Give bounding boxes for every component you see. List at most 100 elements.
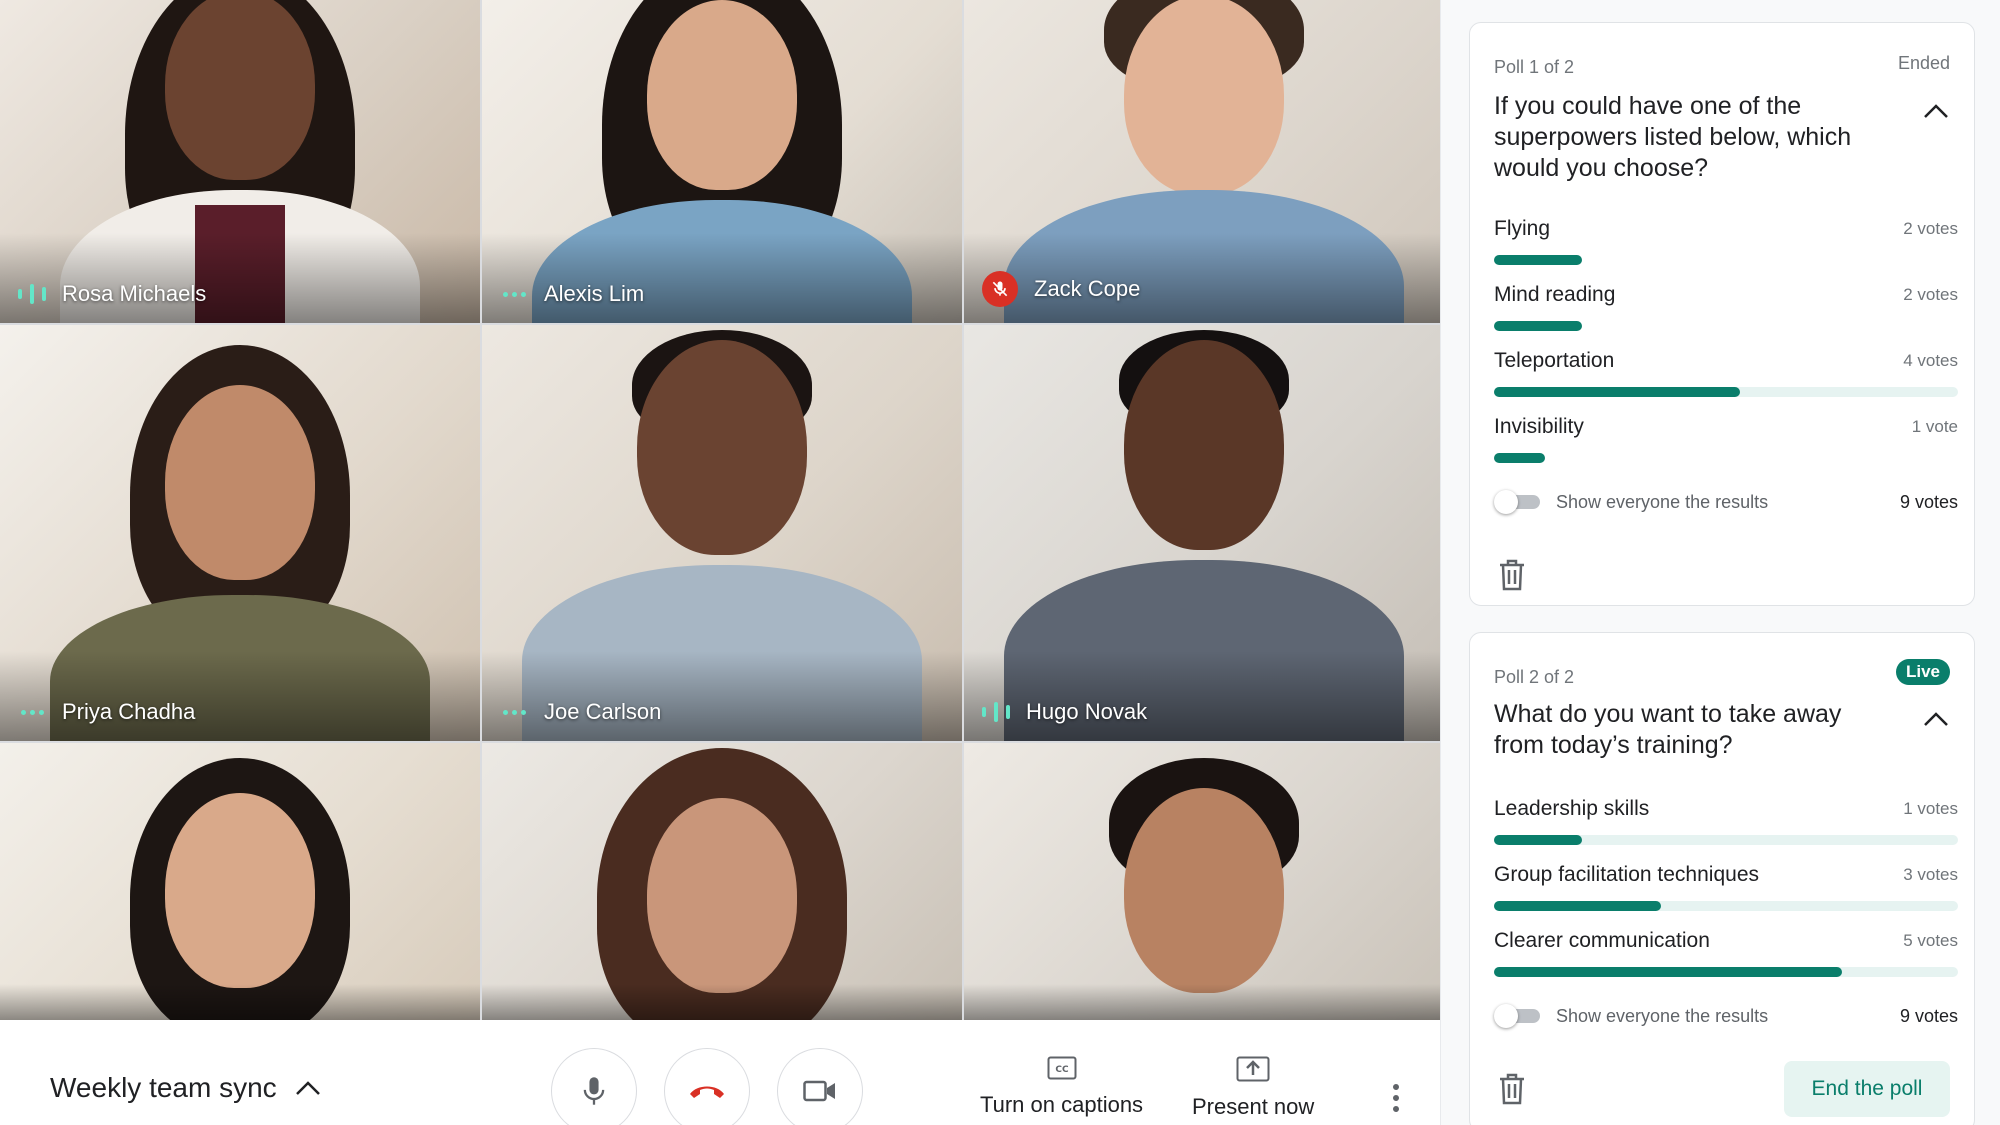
option-bar-track (1494, 387, 1958, 397)
video-grid: Rosa Michaels Alexis Lim Zack Cope Priya… (0, 0, 1444, 1024)
poll-question: What do you want to take away from today… (1494, 700, 1842, 759)
poll-number: Poll 2 of 2 (1494, 667, 1575, 687)
captions-icon: CC (1047, 1056, 1077, 1080)
poll-option: Group facilitation techniques 3 votes (1494, 863, 1958, 915)
camera-button[interactable] (777, 1048, 863, 1125)
participant-tile[interactable] (0, 743, 480, 1024)
participant-tile[interactable] (482, 743, 962, 1024)
chevron-up-icon[interactable] (1922, 97, 1950, 125)
present-label: Present now (1192, 1094, 1315, 1119)
live-badge: Live (1895, 659, 1950, 685)
option-votes: 2 votes (1903, 219, 1958, 238)
option-bar-fill (1494, 387, 1740, 397)
poll-option: Teleportation 4 votes (1494, 349, 1958, 401)
chevron-up-icon[interactable] (1922, 705, 1950, 733)
poll-option: Clearer communication 5 votes (1494, 929, 1958, 981)
poll-question: If you could have one of the superpowers… (1494, 92, 1852, 182)
more-options-button[interactable] (1384, 1078, 1408, 1118)
option-label: Invisibility (1494, 415, 1584, 438)
participant-tile[interactable]: Joe Carlson (482, 325, 962, 741)
poll-card: Poll 2 of 2 Live What do you want to tak… (1469, 632, 1975, 1125)
participant-name: Alexis Lim (544, 281, 645, 306)
poll-option: Flying 2 votes (1494, 217, 1958, 269)
poll-number: Poll 1 of 2 (1494, 57, 1575, 77)
option-bar-track (1494, 321, 1958, 331)
participant-nameplate: Zack Cope (982, 271, 1140, 307)
option-bar-track (1494, 453, 1958, 463)
option-votes: 1 votes (1903, 799, 1958, 818)
option-votes: 4 votes (1903, 351, 1958, 370)
participant-name: Rosa Michaels (62, 281, 207, 306)
meeting-title: Weekly team sync (50, 1072, 277, 1103)
participant-tile[interactable] (964, 743, 1444, 1024)
delete-icon[interactable] (1498, 1073, 1526, 1105)
total-votes: 9 votes (1899, 1005, 1958, 1026)
option-label: Group facilitation techniques (1494, 863, 1759, 886)
participant-nameplate: Rosa Michaels (18, 281, 206, 307)
mic-off-icon (982, 271, 1018, 307)
participant-tile[interactable]: Priya Chadha (0, 325, 480, 741)
delete-icon[interactable] (1498, 559, 1526, 591)
option-bar-fill (1494, 967, 1842, 977)
present-button[interactable]: Present now (1192, 1056, 1314, 1120)
participant-tile[interactable]: Alexis Lim (482, 0, 962, 323)
option-bar-fill (1494, 321, 1583, 331)
participant-name: Hugo Novak (1026, 699, 1148, 724)
participant-name: Joe Carlson (544, 699, 662, 724)
poll-option: Mind reading 2 votes (1494, 283, 1958, 335)
participant-nameplate: Priya Chadha (18, 699, 195, 725)
poll-card: Poll 1 of 2 Ended If you could have one … (1469, 22, 1975, 606)
option-bar-track (1494, 835, 1958, 845)
participant-name: Zack Cope (1034, 276, 1141, 301)
total-votes: 9 votes (1899, 491, 1958, 512)
option-bar-fill (1494, 835, 1583, 845)
participant-name: Priya Chadha (62, 699, 196, 724)
option-label: Mind reading (1494, 283, 1616, 306)
participant-tile[interactable]: Hugo Novak (964, 325, 1444, 741)
microphone-button[interactable] (551, 1048, 637, 1125)
option-label: Teleportation (1494, 349, 1615, 372)
chevron-up-icon (295, 1081, 320, 1095)
option-bar-fill (1494, 255, 1583, 265)
svg-text:CC: CC (1055, 1065, 1069, 1075)
option-votes: 1 vote (1911, 417, 1958, 436)
microphone-icon (583, 1077, 605, 1105)
meeting-controls-bar: Weekly team sync CC Turn on captions Pre… (0, 1020, 1440, 1125)
participant-tile[interactable]: Zack Cope (964, 0, 1444, 323)
participant-tile[interactable]: Rosa Michaels (0, 0, 480, 323)
option-votes: 5 votes (1903, 931, 1958, 950)
camera-icon (803, 1080, 835, 1102)
option-label: Flying (1494, 217, 1551, 240)
captions-button[interactable]: CC Turn on captions (980, 1056, 1143, 1118)
speaking-indicator-icon (18, 283, 46, 305)
idle-indicator-icon (500, 291, 528, 297)
show-results-label: Show everyone the results (1556, 491, 1769, 512)
option-label: Leadership skills (1494, 797, 1650, 820)
show-results-toggle[interactable] (1494, 1004, 1542, 1028)
show-results-toggle[interactable] (1494, 490, 1542, 514)
option-bar-track (1494, 901, 1958, 911)
option-bar-fill (1494, 901, 1662, 911)
option-votes: 2 votes (1903, 285, 1958, 304)
polls-panel: Poll 1 of 2 Ended If you could have one … (1440, 0, 2000, 1125)
option-bar-track (1494, 967, 1958, 977)
poll-status: Ended (1897, 53, 1950, 73)
participant-nameplate: Hugo Novak (982, 699, 1147, 725)
meeting-details-toggle[interactable]: Weekly team sync (50, 1072, 321, 1104)
idle-indicator-icon (500, 709, 528, 715)
more-vert-icon (1393, 1084, 1399, 1090)
leave-call-button[interactable] (664, 1048, 750, 1125)
poll-option: Invisibility 1 vote (1494, 415, 1958, 467)
present-icon (1236, 1056, 1270, 1082)
captions-label: Turn on captions (980, 1092, 1144, 1117)
participant-nameplate: Joe Carlson (500, 699, 661, 725)
idle-indicator-icon (18, 709, 46, 715)
hang-up-icon (690, 1086, 724, 1098)
participant-nameplate: Alexis Lim (500, 281, 644, 307)
speaking-indicator-icon (982, 701, 1010, 723)
end-poll-button[interactable]: End the poll (1784, 1061, 1950, 1117)
show-results-label: Show everyone the results (1556, 1005, 1769, 1026)
poll-option: Leadership skills 1 votes (1494, 797, 1958, 849)
show-results-row: Show everyone the results 9 votes (1494, 1001, 1958, 1031)
option-bar-track (1494, 255, 1958, 265)
